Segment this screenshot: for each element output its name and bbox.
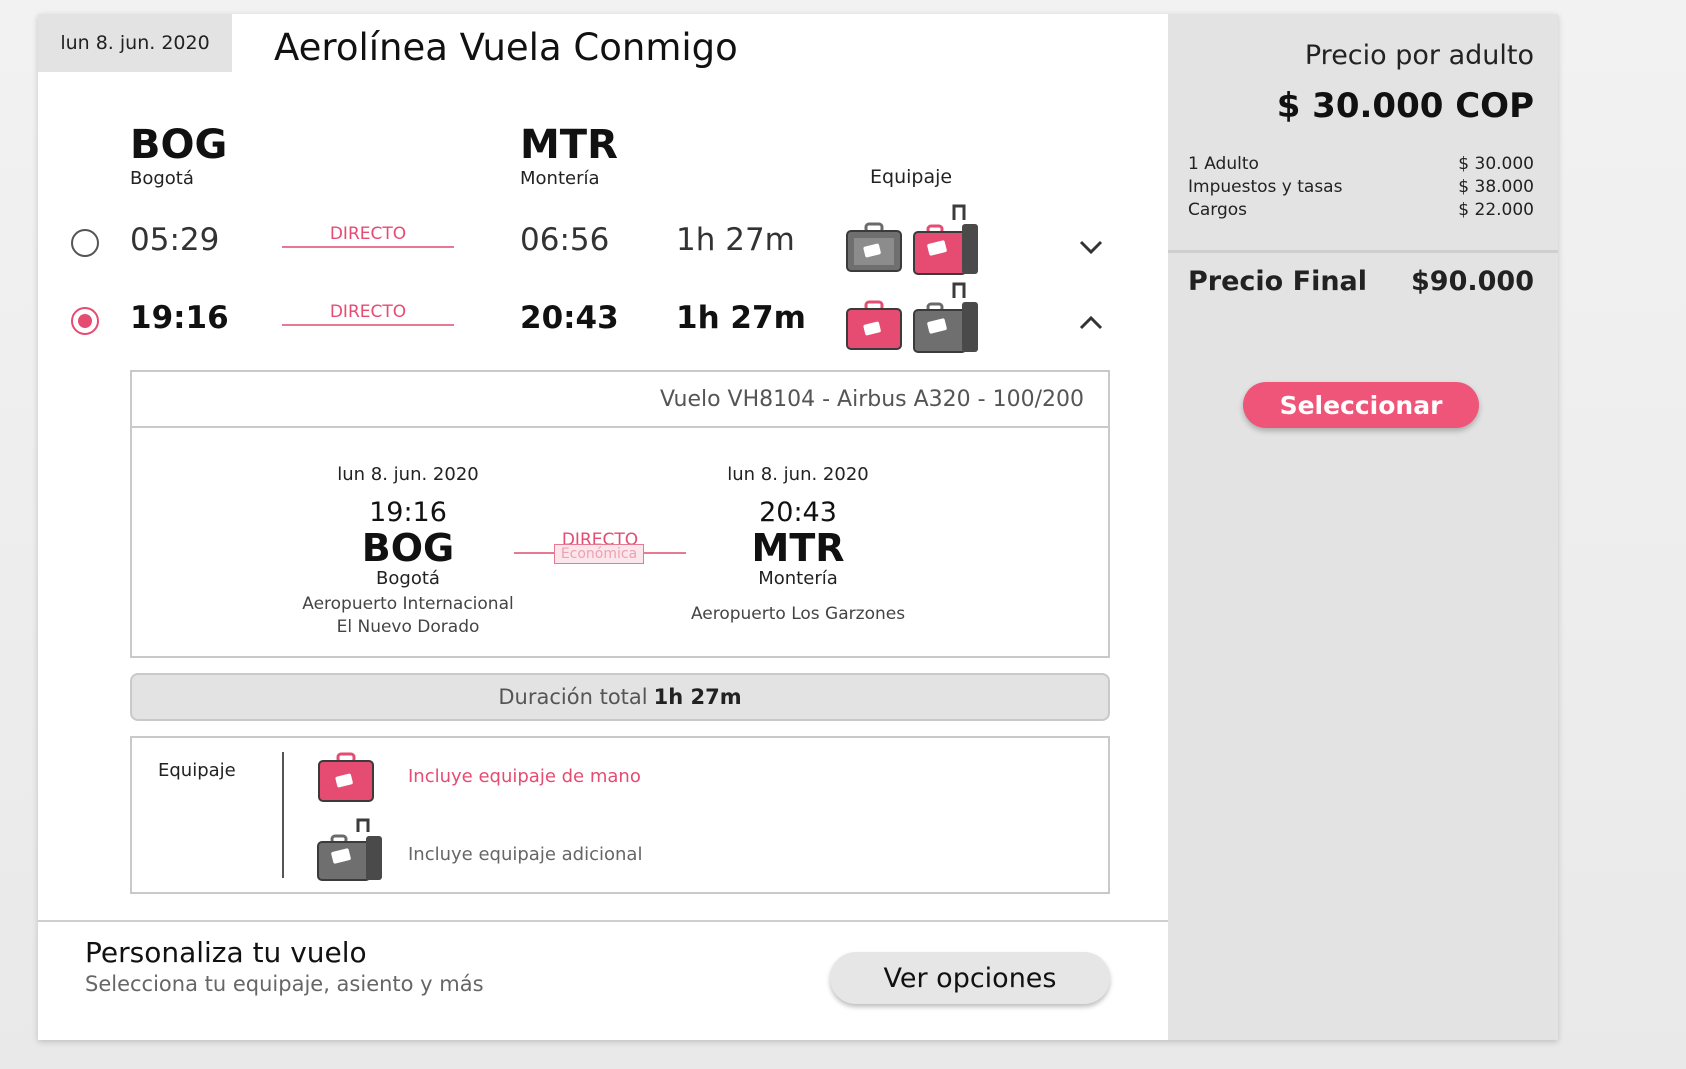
total-duration-bar: Duración total 1h 27m (130, 673, 1110, 721)
price-breakdown-row: 1 Adulto $ 30.000 (1188, 154, 1534, 174)
departure-airport: Aeropuerto Internacional El Nuevo Dorado (288, 593, 528, 639)
pricing-panel: Precio por adulto $ 30.000 COP 1 Adulto … (1168, 14, 1558, 1040)
price-breakdown-row: Cargos $ 22.000 (1188, 200, 1534, 220)
breakdown-label: Impuestos y tasas (1188, 177, 1343, 197)
view-options-button[interactable]: Ver opciones (830, 952, 1110, 1004)
carry-on-bag-icon (913, 282, 978, 353)
flight-detail-box: Vuelo VH8104 - Airbus A320 - 100/200 (130, 370, 1110, 658)
suitcase-icon (846, 222, 902, 272)
date-chip: lun 8. jun. 2020 (38, 14, 232, 72)
direct-flight-label: DIRECTO (329, 224, 407, 244)
departure-date: lun 8. jun. 2020 (337, 464, 479, 485)
suitcase-icon (846, 300, 902, 350)
destination-code: MTR (520, 122, 618, 168)
departure-airport-line2: El Nuevo Dorado (336, 617, 480, 637)
departure-airport-line1: Aeropuerto Internacional (302, 594, 514, 614)
flight-details-panel: lun 8. jun. 2020 Aerolínea Vuela Conmigo… (38, 14, 1168, 1040)
departure-time: 05:29 (130, 222, 220, 258)
arrival-date: lun 8. jun. 2020 (727, 464, 869, 485)
arrival-city-detail: Montería (758, 568, 838, 589)
breakdown-value: $ 22.000 (1458, 200, 1534, 220)
customize-title: Personaliza tu vuelo (85, 936, 367, 969)
pricing-divider (1168, 250, 1558, 253)
flight-duration: 1h 27m (676, 300, 806, 336)
baggage-box: Equipaje Incluye equipaje de mano Incluy… (130, 736, 1110, 894)
breakdown-value: $ 38.000 (1458, 177, 1534, 197)
arrival-airport: Aeropuerto Los Garzones (690, 604, 906, 624)
arrival-time: 20:43 (520, 300, 619, 336)
arrival-detail: lun 8. jun. 2020 20:43 MTR Montería Aero… (678, 464, 918, 626)
customize-subtitle: Selecciona tu equipaje, asiento y más (85, 972, 484, 996)
airline-name: Aerolínea Vuela Conmigo (274, 26, 738, 69)
duration-label: Duración total (498, 685, 648, 709)
price-per-adult: $ 30.000 COP (1276, 86, 1534, 126)
flight-duration: 1h 27m (676, 222, 795, 258)
departure-time: 19:16 (130, 300, 229, 336)
duration-value: 1h 27m (653, 685, 742, 709)
destination-city: Montería (520, 168, 600, 189)
flight-option-radio-selected[interactable] (71, 307, 99, 335)
arrival-time: 06:56 (520, 222, 610, 258)
carry-on-included-text: Incluye equipaje de mano (408, 766, 641, 787)
suitcase-icon (318, 752, 374, 802)
select-flight-button[interactable]: Seleccionar (1243, 382, 1479, 428)
departure-detail: lun 8. jun. 2020 19:16 BOG Bogotá Aeropu… (288, 464, 528, 639)
chevron-down-icon[interactable] (1078, 234, 1104, 260)
breakdown-label: 1 Adulto (1188, 154, 1259, 174)
carry-on-bag-icon (317, 818, 382, 881)
departure-city-detail: Bogotá (376, 568, 440, 589)
origin-city: Bogotá (130, 168, 194, 189)
additional-baggage-text: Incluye equipaje adicional (408, 844, 643, 865)
departure-time-detail: 19:16 (369, 497, 447, 528)
flight-option-radio[interactable] (71, 229, 99, 257)
baggage-column-header: Equipaje (870, 166, 953, 188)
section-divider (38, 920, 1168, 922)
price-per-adult-label: Precio por adulto (1304, 40, 1534, 71)
baggage-title: Equipaje (158, 760, 236, 781)
arrival-code-detail: MTR (751, 526, 845, 570)
flight-info: Vuelo VH8104 - Airbus A320 - 100/200 (132, 372, 1108, 428)
departure-code-detail: BOG (361, 526, 455, 570)
cabin-class-badge: Económica (554, 544, 644, 564)
flight-card: lun 8. jun. 2020 Aerolínea Vuela Conmigo… (38, 14, 1558, 1040)
chevron-up-icon[interactable] (1078, 310, 1104, 336)
final-price-value: $90.000 (1411, 266, 1534, 297)
final-price-label: Precio Final (1188, 266, 1368, 297)
route-line (282, 246, 454, 248)
breakdown-label: Cargos (1188, 200, 1248, 220)
breakdown-value: $ 30.000 (1458, 154, 1534, 174)
direct-flight-label: DIRECTO (329, 302, 407, 322)
arrival-time-detail: 20:43 (759, 497, 837, 528)
route-line (282, 324, 454, 326)
carry-on-bag-icon (913, 204, 978, 275)
origin-code: BOG (130, 122, 228, 168)
baggage-divider (282, 752, 284, 878)
price-breakdown-row: Impuestos y tasas $ 38.000 (1188, 177, 1534, 197)
